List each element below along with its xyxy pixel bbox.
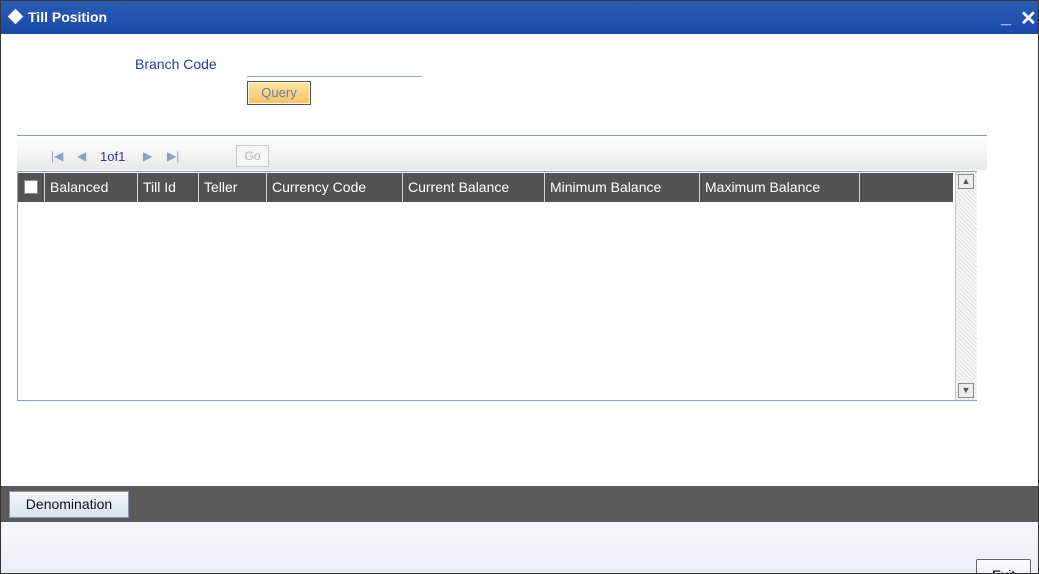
pagination-bar: |◀ ◀ 1of1 ▶ ▶| Go <box>17 136 987 170</box>
till-grid: Balanced Till Id Teller Currency Code Cu… <box>17 171 977 401</box>
prev-page-icon[interactable]: ◀ <box>77 149 86 163</box>
exit-button[interactable]: Exit <box>976 559 1031 573</box>
page-count: 1of1 <box>100 149 126 164</box>
next-page-icon[interactable]: ▶ <box>143 149 152 163</box>
branch-code-input[interactable] <box>247 56 422 77</box>
till-position-window: Till Position _ ✕ Branch Code Query |◀ ◀… <box>0 0 1039 574</box>
first-page-icon[interactable]: |◀ <box>51 149 63 163</box>
close-icon[interactable]: ✕ <box>1020 6 1037 31</box>
grid-vertical-scrollbar[interactable]: ▲ ▼ <box>955 172 977 400</box>
col-header-balanced[interactable]: Balanced <box>45 173 138 202</box>
col-header-minimum-balance[interactable]: Minimum Balance <box>545 173 700 202</box>
title-bar[interactable]: Till Position _ ✕ <box>1 1 1038 34</box>
last-page-icon[interactable]: ▶| <box>167 149 179 163</box>
query-button-label: Query <box>249 83 309 103</box>
branch-code-label: Branch Code <box>135 56 217 72</box>
select-all-cell <box>18 173 45 202</box>
minimize-icon[interactable]: _ <box>1001 7 1011 28</box>
col-header-filler <box>860 173 953 202</box>
denomination-button[interactable]: Denomination <box>9 491 129 518</box>
col-header-currency-code[interactable]: Currency Code <box>267 173 403 202</box>
diamond-icon <box>7 8 24 25</box>
col-header-maximum-balance[interactable]: Maximum Balance <box>700 173 860 202</box>
footer-bar <box>1 522 1038 573</box>
col-header-till-id[interactable]: Till Id <box>138 173 199 202</box>
col-header-current-balance[interactable]: Current Balance <box>403 173 545 202</box>
window-title: Till Position <box>28 9 108 25</box>
grid-header: Balanced Till Id Teller Currency Code Cu… <box>18 173 953 202</box>
scroll-up-icon[interactable]: ▲ <box>958 174 974 189</box>
action-bar: Denomination <box>1 486 1038 522</box>
scroll-down-icon[interactable]: ▼ <box>958 383 974 398</box>
query-button[interactable]: Query <box>247 81 311 105</box>
select-all-checkbox[interactable] <box>24 180 38 194</box>
col-header-teller[interactable]: Teller <box>199 173 267 202</box>
go-button[interactable]: Go <box>236 145 269 167</box>
